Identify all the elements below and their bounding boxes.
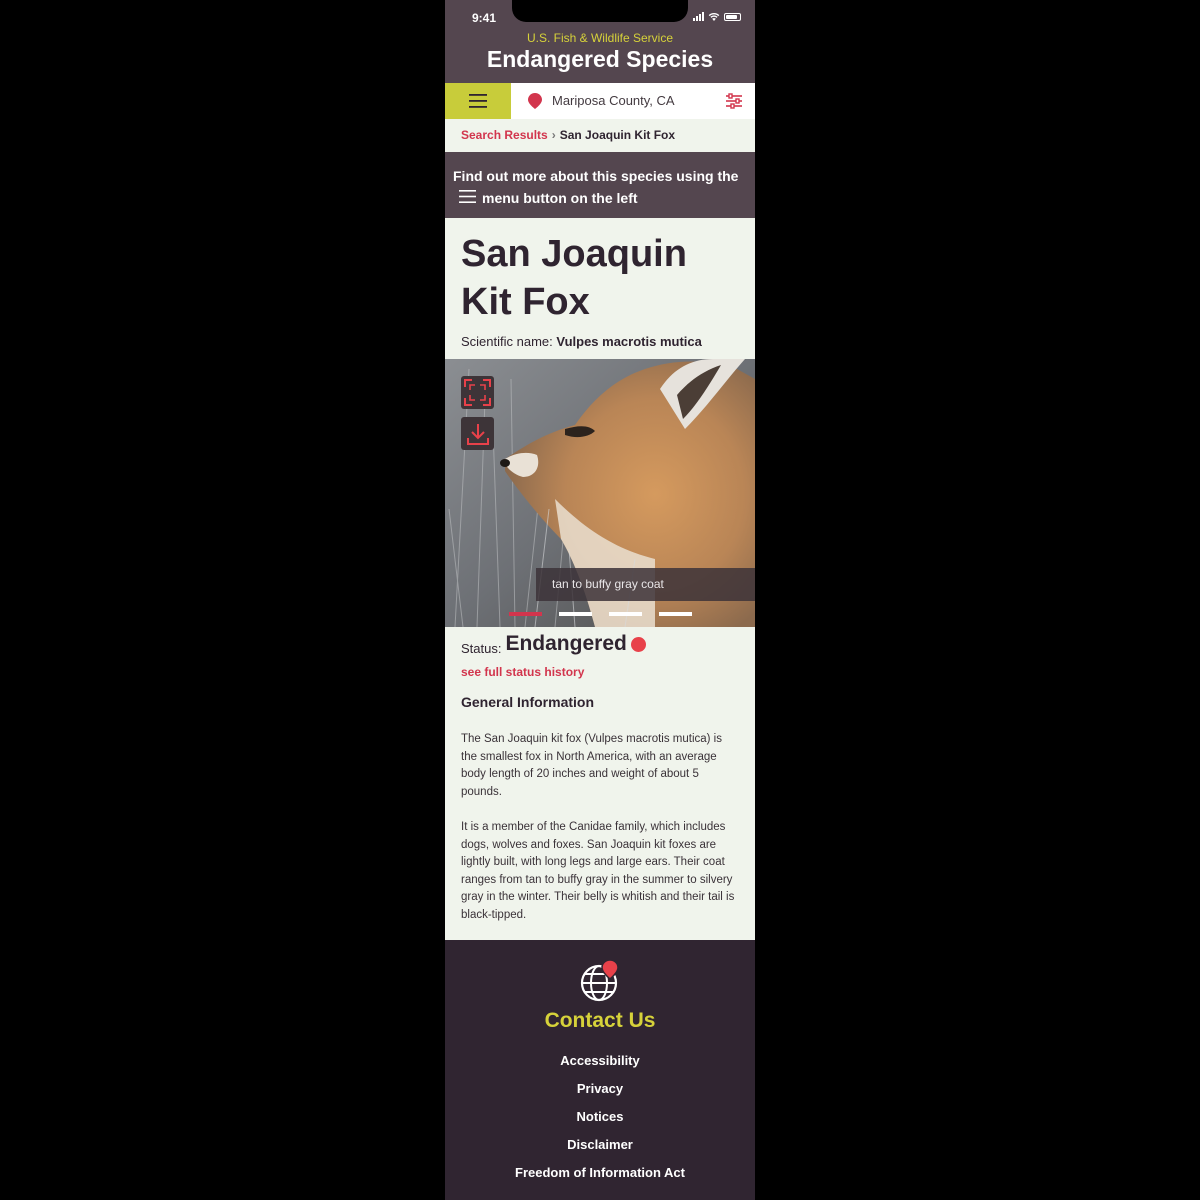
device-notch: [512, 0, 688, 22]
wifi-icon: [708, 13, 720, 21]
menu-hint-banner: Find out more about this species using t…: [445, 152, 755, 218]
app-title: Endangered Species: [486, 46, 714, 72]
page-footer: Contact Us Accessibility Privacy Notices…: [445, 940, 755, 1200]
photo-caption: tan to buffy gray coat: [536, 568, 755, 601]
location-toolbar: Mariposa County, CA: [445, 83, 755, 119]
species-title: San Joaquin Kit Fox: [461, 233, 687, 323]
download-button[interactable]: [461, 417, 494, 450]
species-photo-gallery[interactable]: tan to buffy gray coat: [445, 359, 755, 627]
status-time: 9:41: [472, 11, 497, 25]
cellular-signal-icon: [693, 12, 704, 21]
globe-pin-icon: [580, 960, 619, 1002]
phone-screen: 9:41 U.S. Fish & Wildlife Service Endang…: [445, 0, 755, 1200]
download-icon: [466, 423, 489, 445]
carousel-dot-4[interactable]: [659, 612, 692, 616]
footer-link-accessibility[interactable]: Accessibility: [445, 1053, 755, 1068]
contact-us-link[interactable]: Contact Us: [445, 1009, 755, 1033]
hint-text-end: menu button on the left: [482, 190, 638, 206]
fullscreen-icon: [464, 379, 491, 406]
footer-link-notices[interactable]: Notices: [445, 1109, 755, 1124]
status-row: Status: Endangered: [461, 632, 646, 656]
status-value: Endangered: [505, 632, 627, 655]
battery-icon: [724, 12, 741, 21]
scientific-name: Scientific name: Vulpes macrotis mutica: [461, 334, 702, 349]
breadcrumb: Search Results › San Joaquin Kit Fox: [461, 128, 675, 142]
scientific-name-label: Scientific name:: [461, 334, 553, 349]
map-pin-icon: [528, 93, 542, 109]
general-info-paragraph-2: It is a member of the Canidae family, wh…: [461, 821, 735, 921]
menu-button[interactable]: [445, 83, 511, 119]
status-label: Status:: [461, 640, 502, 656]
sliders-icon[interactable]: [725, 92, 743, 110]
agency-name: U.S. Fish & Wildlife Service: [526, 31, 674, 45]
status-icons: [693, 12, 741, 21]
app-header: 9:41 U.S. Fish & Wildlife Service Endang…: [445, 0, 755, 83]
breadcrumb-current: San Joaquin Kit Fox: [559, 128, 676, 142]
general-info-heading: General Information: [461, 694, 595, 710]
footer-link-foia[interactable]: Freedom of Information Act: [445, 1165, 755, 1180]
carousel-indicators: [509, 612, 692, 616]
footer-link-disclaimer[interactable]: Disclaimer: [445, 1137, 755, 1152]
footer-link-privacy[interactable]: Privacy: [445, 1081, 755, 1096]
breadcrumb-separator: ›: [551, 128, 556, 142]
status-indicator-dot: [630, 636, 646, 652]
location-field[interactable]: Mariposa County, CA: [552, 93, 675, 108]
hamburger-icon: [459, 188, 476, 210]
breadcrumb-search-results[interactable]: Search Results: [461, 128, 548, 142]
hamburger-icon: [469, 94, 487, 108]
hint-text-start: Find out more about this species using t…: [453, 168, 739, 184]
carousel-dot-1[interactable]: [509, 612, 542, 616]
carousel-dot-2[interactable]: [559, 612, 592, 616]
scientific-name-value: Vulpes macrotis mutica: [556, 334, 702, 349]
general-info-paragraph-1: The San Joaquin kit fox (Vulpes macrotis…: [461, 733, 722, 798]
status-history-link[interactable]: see full status history: [461, 665, 584, 679]
fullscreen-button[interactable]: [461, 376, 494, 409]
carousel-dot-3[interactable]: [609, 612, 642, 616]
